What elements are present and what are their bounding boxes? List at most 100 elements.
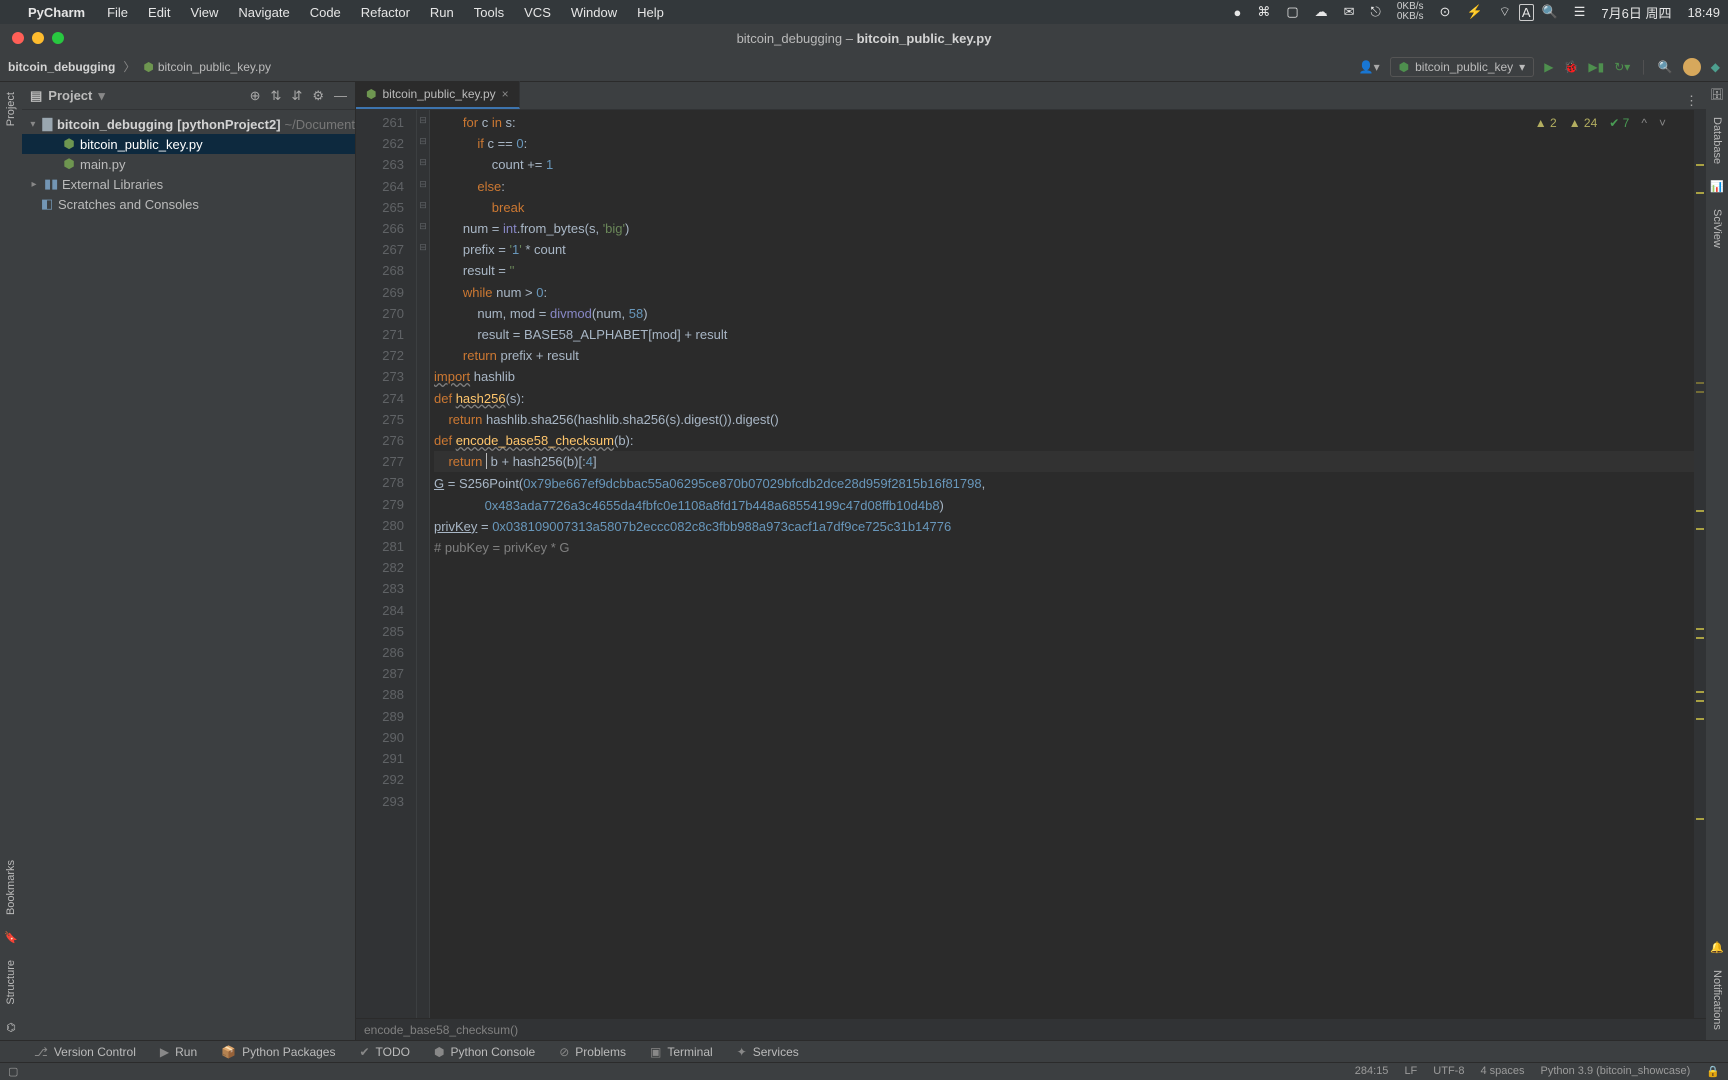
error-stripe[interactable]	[1694, 110, 1706, 1018]
breadcrumb[interactable]: bitcoin_debugging 〉 ⬢ bitcoin_public_key…	[8, 58, 271, 75]
project-tool-tab[interactable]: Project	[5, 82, 17, 136]
menubar-date[interactable]: 7月6日 周四	[1593, 3, 1679, 22]
tab-options-icon[interactable]: ⋮	[1685, 93, 1706, 109]
status-cat-icon[interactable]: ⎋	[1363, 4, 1389, 20]
ime-indicator[interactable]: A	[1519, 4, 1534, 21]
project-view-chevron[interactable]: ▾	[98, 88, 105, 104]
line-number-gutter[interactable]: 2612622632642652662672682692702712722732…	[356, 110, 416, 1018]
tool-windows-toggle[interactable]: ▢	[8, 1065, 18, 1078]
expand-all-button[interactable]: ⇅	[271, 88, 282, 104]
code-with-me-button[interactable]: ◆	[1711, 60, 1720, 74]
menu-run[interactable]: Run	[420, 5, 464, 20]
line-separator[interactable]: LF	[1404, 1065, 1417, 1078]
structure-icon: ⌬	[6, 1015, 16, 1040]
close-tab-icon[interactable]: ×	[502, 87, 509, 101]
menu-vcs[interactable]: VCS	[514, 5, 561, 20]
project-tree[interactable]: ▾ ▇ bitcoin_debugging [pythonProject2] ~…	[22, 110, 355, 218]
project-tool-window: ▤ Project ▾ ⊕ ⇅ ⇵ ⚙ — ▾ ▇ bitcoin_debugg…	[22, 82, 356, 1040]
services-tab[interactable]: ✦Services	[725, 1045, 811, 1059]
editor-breadcrumb[interactable]: encode_base58_checksum()	[356, 1018, 1706, 1040]
project-header: ▤ Project ▾ ⊕ ⇅ ⇵ ⚙ —	[22, 82, 355, 110]
menu-navigate[interactable]: Navigate	[228, 5, 299, 20]
python-console-tab[interactable]: ⬢Python Console	[422, 1045, 547, 1059]
run-button[interactable]: ▶	[1544, 60, 1553, 74]
menu-help[interactable]: Help	[627, 5, 674, 20]
structure-tool-tab[interactable]: Structure	[5, 950, 17, 1015]
add-user-icon[interactable]: 👤▾	[1359, 60, 1380, 74]
debug-button[interactable]: 🐞	[1563, 60, 1578, 74]
menu-tools[interactable]: Tools	[464, 5, 514, 20]
caret-position[interactable]: 284:15	[1355, 1065, 1389, 1078]
status-app-icon[interactable]: ⌘	[1249, 4, 1278, 20]
maximize-button[interactable]	[52, 32, 64, 44]
status-bar: ▢ 284:15 LF UTF-8 4 spaces Python 3.9 (b…	[0, 1062, 1728, 1080]
editor-tab-active[interactable]: ⬢ bitcoin_public_key.py ×	[356, 81, 520, 109]
coverage-button[interactable]: ▶▮	[1588, 60, 1604, 74]
notifications-tool-tab[interactable]: Notifications	[1711, 960, 1723, 1040]
scratch-icon: ◧	[40, 196, 54, 212]
collapse-all-button[interactable]: ⇵	[291, 88, 302, 104]
tab-label: bitcoin_public_key.py	[382, 87, 495, 101]
interpreter-status[interactable]: Python 3.9 (bitcoin_showcase)	[1540, 1065, 1690, 1078]
editor-tabs: ⬢ bitcoin_public_key.py × ⋮	[356, 82, 1706, 110]
python-file-icon: ⬢	[143, 60, 153, 74]
indent-status[interactable]: 4 spaces	[1480, 1065, 1524, 1078]
expand-arrow-icon[interactable]: ▸	[28, 179, 40, 190]
project-title[interactable]: Project	[48, 88, 92, 103]
status-wifi-icon[interactable]: ⌔	[1491, 4, 1519, 20]
status-wps-icon[interactable]: ▢	[1278, 4, 1306, 20]
run-config-label: bitcoin_public_key	[1415, 60, 1513, 74]
version-control-tab[interactable]: ⎇Version Control	[22, 1045, 148, 1059]
bookmarks-icon: 🔖	[4, 925, 18, 950]
account-avatar[interactable]	[1683, 58, 1701, 76]
status-cloud-icon[interactable]: ☁	[1307, 4, 1336, 20]
status-battery-icon[interactable]: ⚡	[1458, 4, 1490, 20]
menubar-time[interactable]: 18:49	[1679, 5, 1728, 20]
control-center-icon[interactable]: ☰	[1566, 4, 1594, 20]
breadcrumb-file[interactable]: bitcoin_public_key.py	[158, 60, 271, 74]
close-button[interactable]	[12, 32, 24, 44]
menu-edit[interactable]: Edit	[138, 5, 180, 20]
app-name[interactable]: PyCharm	[28, 5, 97, 20]
terminal-tab[interactable]: ▣Terminal	[638, 1045, 725, 1059]
tree-root[interactable]: ▾ ▇ bitcoin_debugging [pythonProject2] ~…	[22, 114, 355, 134]
settings-button[interactable]: ⚙	[312, 88, 324, 104]
search-everywhere-button[interactable]: 🔍	[1658, 60, 1673, 74]
problems-tab[interactable]: ⊘Problems	[547, 1045, 638, 1059]
select-opened-file-button[interactable]: ⊕	[250, 88, 261, 104]
readonly-lock-icon[interactable]: 🔒	[1706, 1065, 1720, 1078]
inspection-widget[interactable]: ▲ 2 ▲ 24 ✔ 7 ^ ˅	[1535, 116, 1666, 130]
status-playback-icon[interactable]: ⊙	[1432, 4, 1459, 20]
tree-file-selected[interactable]: ⬢ bitcoin_public_key.py	[22, 134, 355, 154]
profile-button[interactable]: ↻▾	[1614, 60, 1630, 74]
status-wechat-icon[interactable]: ✉	[1336, 4, 1363, 20]
menu-code[interactable]: Code	[300, 5, 351, 20]
hide-button[interactable]: —	[334, 88, 347, 104]
breadcrumb-root[interactable]: bitcoin_debugging	[8, 60, 115, 74]
editor[interactable]: ▲ 2 ▲ 24 ✔ 7 ^ ˅ 26126226326426526626726…	[356, 110, 1706, 1018]
fold-column[interactable]: ⊟⊟⊟⊟⊟⊟⊟	[416, 110, 430, 1018]
tree-scratches[interactable]: ◧ Scratches and Consoles	[22, 194, 355, 214]
tree-external-libs[interactable]: ▸ ▮▮ External Libraries	[22, 174, 355, 194]
minimize-button[interactable]	[32, 32, 44, 44]
package-icon: 📦	[221, 1045, 236, 1059]
menu-refactor[interactable]: Refactor	[351, 5, 420, 20]
run-tab[interactable]: ▶Run	[148, 1045, 209, 1059]
file-encoding[interactable]: UTF-8	[1433, 1065, 1464, 1078]
sciview-icon: 📊	[1710, 174, 1724, 199]
bookmarks-tool-tab[interactable]: Bookmarks	[5, 850, 17, 925]
expand-arrow-icon[interactable]: ▾	[28, 119, 38, 130]
menu-window[interactable]: Window	[561, 5, 627, 20]
tree-file[interactable]: ⬢ main.py	[22, 154, 355, 174]
menu-file[interactable]: File	[97, 5, 138, 20]
database-tool-tab[interactable]: Database	[1711, 107, 1723, 174]
spotlight-icon[interactable]: 🔍	[1534, 4, 1566, 20]
sciview-tool-tab[interactable]: SciView	[1711, 199, 1723, 258]
python-packages-tab[interactable]: 📦Python Packages	[209, 1045, 347, 1059]
menu-view[interactable]: View	[180, 5, 228, 20]
todo-icon: ✔	[359, 1045, 369, 1059]
code-area[interactable]: for c in s: if c == 0: count += 1 else: …	[430, 110, 1694, 1018]
todo-tab[interactable]: ✔TODO	[347, 1045, 422, 1059]
run-config-selector[interactable]: ⬢ bitcoin_public_key ▾	[1390, 57, 1535, 77]
status-record-icon[interactable]: ●	[1225, 5, 1249, 20]
